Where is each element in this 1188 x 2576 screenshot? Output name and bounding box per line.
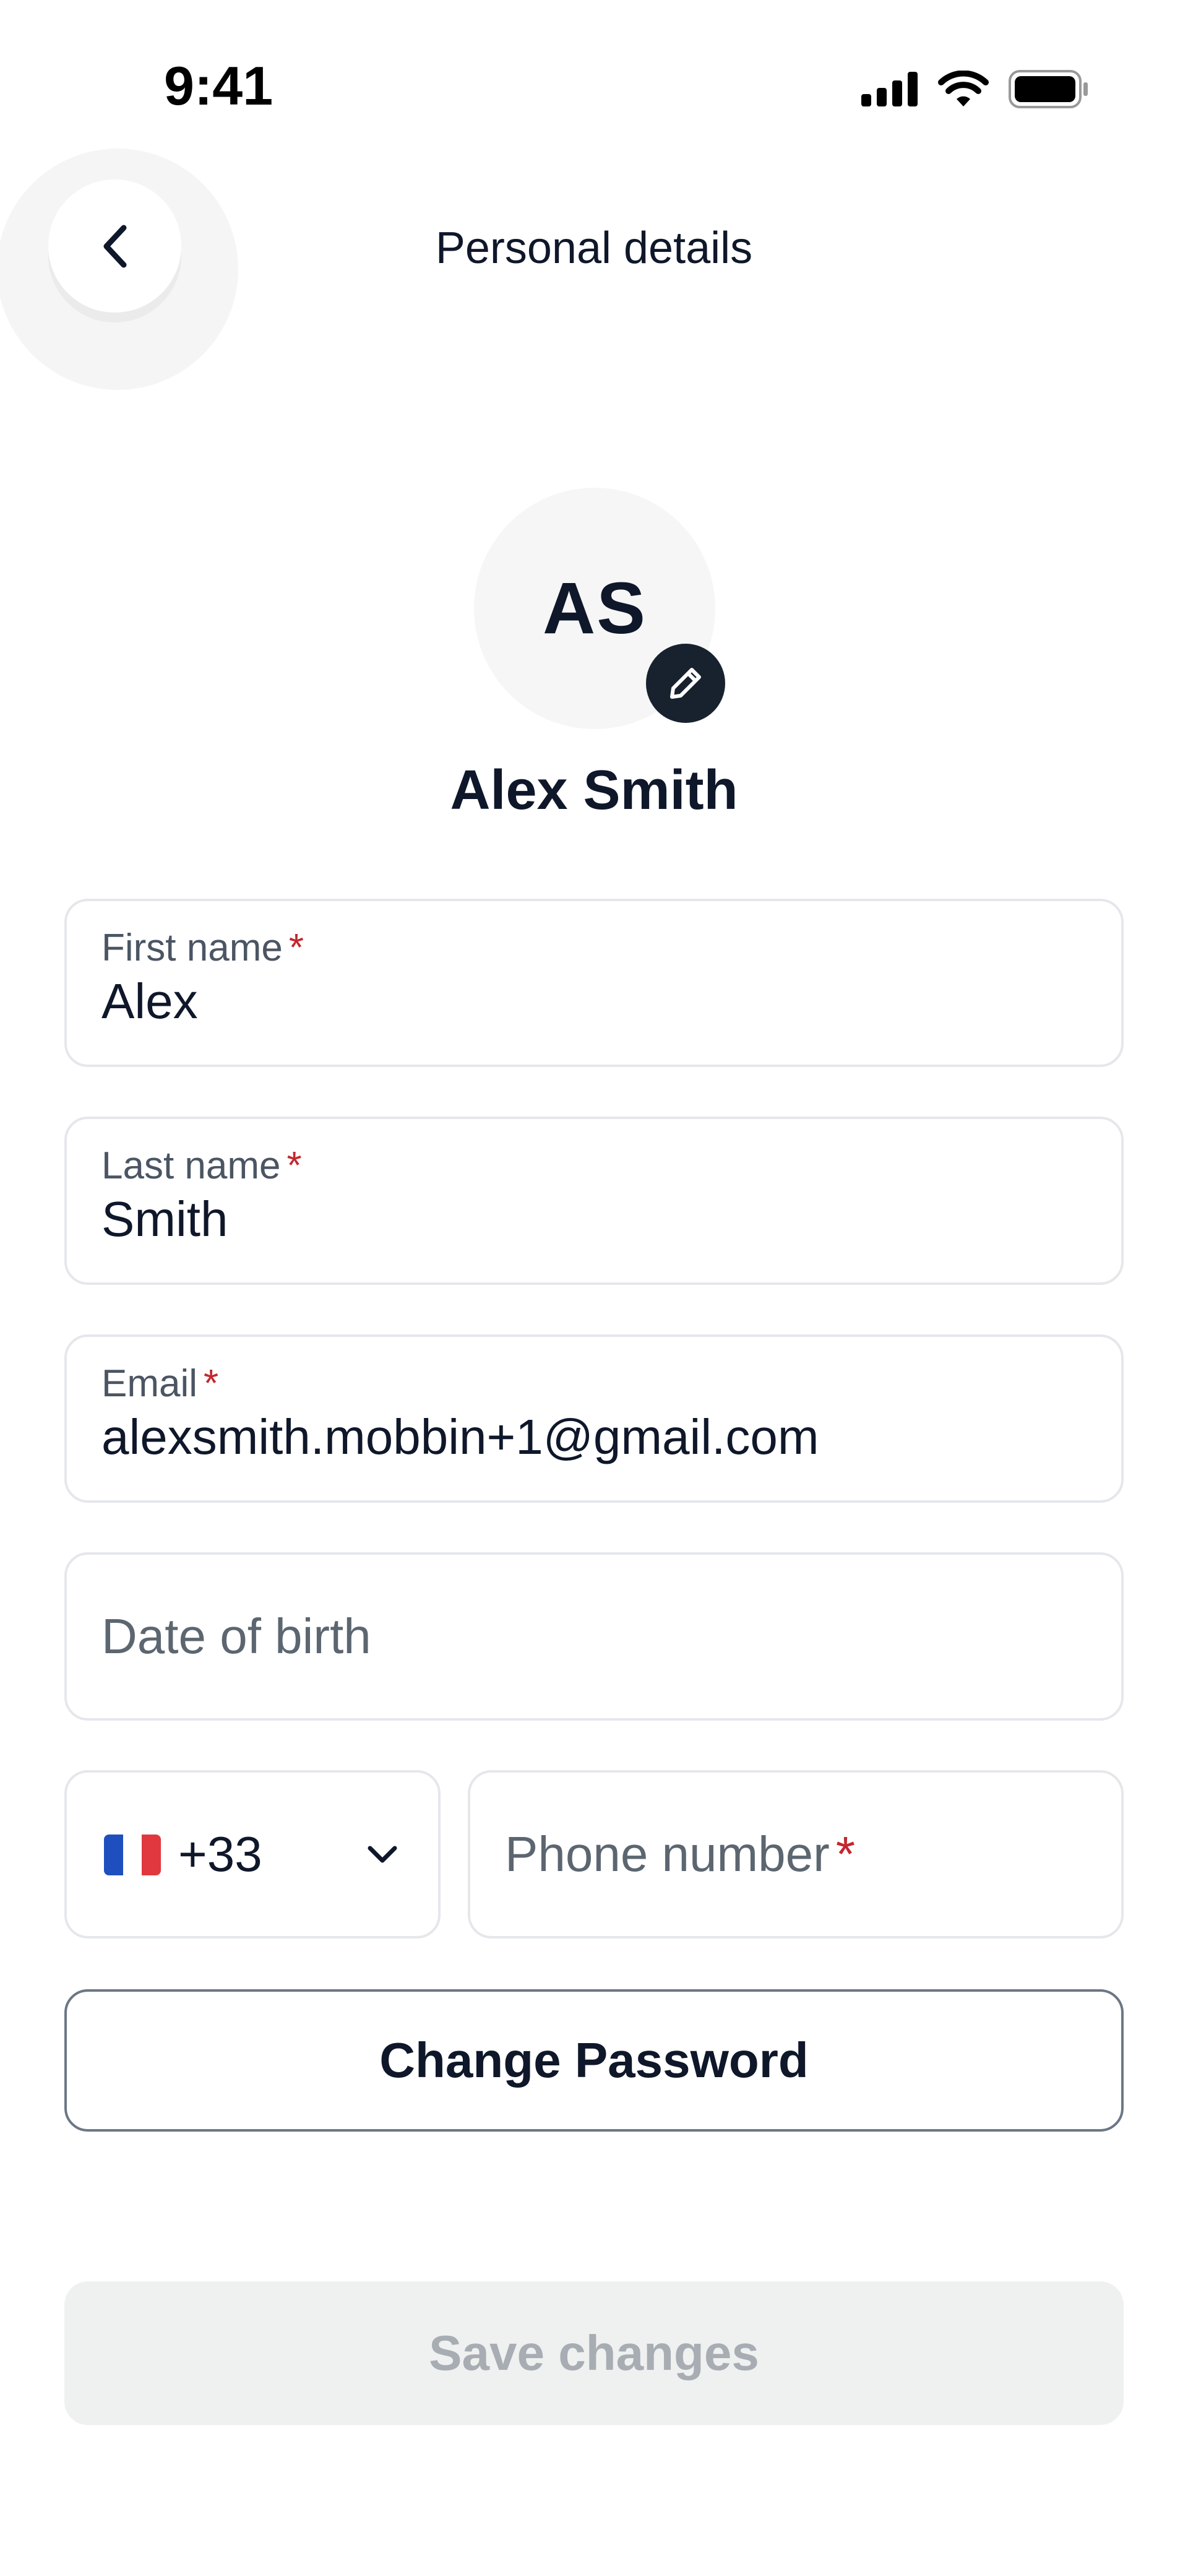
phone-number-placeholder: Phone number * [505, 1826, 855, 1882]
avatar-initials: AS [543, 568, 647, 649]
pencil-icon [670, 668, 701, 699]
page-title: Personal details [435, 223, 753, 273]
battery-icon [1009, 70, 1088, 108]
required-mark: * [288, 927, 304, 969]
last-name-field[interactable]: Last name * Smith [64, 1117, 1124, 1285]
signal-icon [861, 72, 918, 106]
first-name-field[interactable]: First name * Alex [64, 899, 1124, 1067]
date-of-birth-field[interactable]: Date of birth [64, 1552, 1124, 1721]
country-code-select[interactable]: +33 [64, 1770, 441, 1938]
date-of-birth-placeholder: Date of birth [101, 1609, 371, 1664]
edit-avatar-button[interactable] [646, 644, 725, 723]
country-code-value: +33 [178, 1826, 262, 1882]
last-name-label: Last name * [101, 1144, 302, 1187]
first-name-value: Alex [101, 974, 198, 1029]
required-mark: * [835, 1826, 855, 1882]
required-mark: * [286, 1144, 302, 1187]
france-flag-icon [104, 1835, 161, 1875]
change-password-button[interactable]: Change Password [64, 1989, 1124, 2132]
profile-name: Alex Smith [450, 759, 738, 821]
status-icons [861, 67, 1089, 111]
required-mark: * [204, 1362, 219, 1405]
chevron-down-icon [368, 1846, 397, 1863]
phone-number-field[interactable]: Phone number * [468, 1770, 1124, 1938]
save-changes-button[interactable]: Save changes [64, 2281, 1124, 2425]
first-name-label: First name * [101, 927, 304, 969]
status-bar: 9:41 [0, 0, 1188, 124]
status-time: 9:41 [164, 55, 273, 116]
email-value: alexsmith.mobbin+1@gmail.com [101, 1409, 819, 1464]
wifi-icon [938, 71, 989, 106]
email-field[interactable]: Email * alexsmith.mobbin+1@gmail.com [64, 1334, 1124, 1503]
last-name-value: Smith [101, 1191, 228, 1247]
email-label: Email * [101, 1362, 219, 1405]
